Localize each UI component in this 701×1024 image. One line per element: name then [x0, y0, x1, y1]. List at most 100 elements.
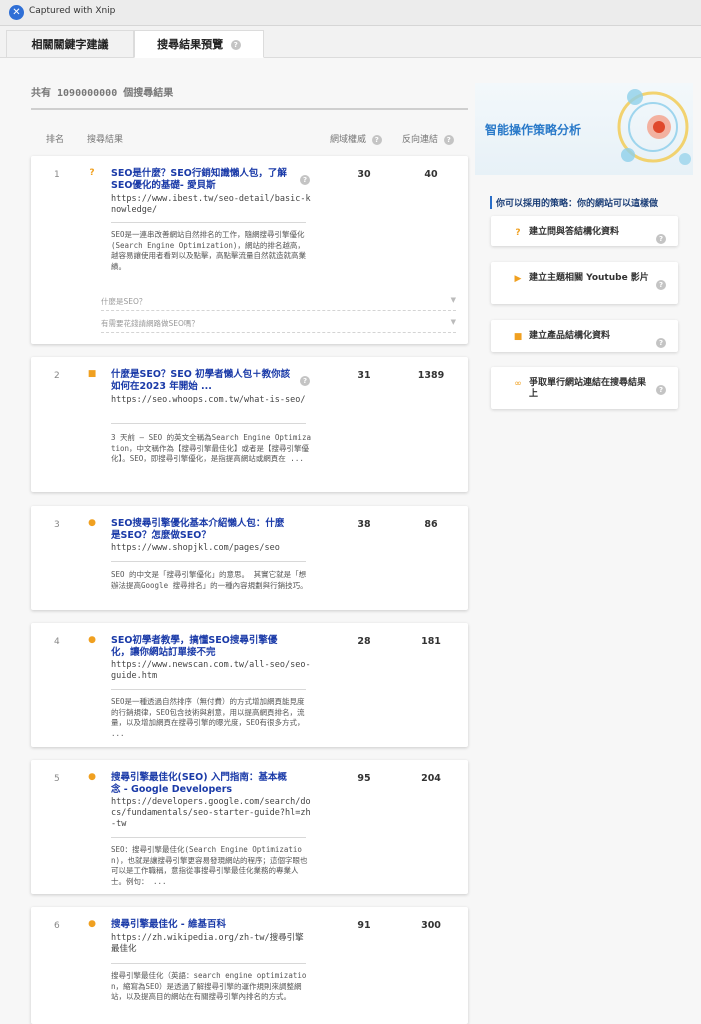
faq-question: 什麼是SEO？	[101, 297, 147, 306]
result-card: 2 ■ 什麼是SEO？SEO 初學者懶人包＋教你該如何在2023 年開始 ...…	[31, 357, 468, 492]
strategy-label: 建立產品結構化資料	[529, 331, 611, 341]
help-icon[interactable]: ?	[300, 174, 310, 185]
strategy-item[interactable]: ■ 建立產品結構化資料 ?	[491, 320, 678, 352]
divider	[111, 561, 306, 562]
help-icon[interactable]: ?	[656, 384, 666, 395]
result-backlinks: 86	[424, 519, 438, 530]
result-desc: SEO 的中文是「搜尋引擎優化」的意思。 其實它就是「想辦法提高Google 搜…	[111, 570, 308, 590]
help-icon[interactable]: ?	[371, 134, 382, 145]
question-icon: ?	[89, 168, 95, 178]
divider	[111, 963, 306, 964]
strategy-item[interactable]: ? 建立問與答結構化資料 ?	[491, 216, 678, 246]
chat-icon: ●	[88, 518, 96, 528]
result-authority: 95	[357, 773, 371, 784]
box-icon: ■	[87, 369, 97, 379]
strategy-label: 建立主題相關 Youtube 影片	[529, 273, 649, 283]
result-url: https://zh.wikipedia.org/zh-tw/搜尋引擎最佳化	[111, 933, 304, 954]
box-icon: ■	[513, 332, 523, 342]
col-authority-label: 網域權威	[330, 135, 367, 145]
col-authority: 網域權威 ?	[330, 132, 382, 145]
result-url: https://www.shopjkl.com/pages/seo	[111, 543, 280, 553]
result-title-link[interactable]: SEO是什麼？SEO行銷知識懶人包，了解SEO優化的基礎- 愛貝斯	[111, 168, 291, 192]
tab-label: 相關關鍵字建議	[31, 38, 109, 51]
result-card: 5 ● 搜尋引擎最佳化(SEO) 入門指南：基本概念 - Google Deve…	[31, 760, 468, 894]
help-icon[interactable]: ?	[443, 134, 454, 145]
result-authority: 28	[357, 636, 371, 647]
result-rank: 3	[54, 520, 60, 530]
result-backlinks: 300	[421, 920, 441, 931]
result-title-link[interactable]: SEO搜尋引擎優化基本介紹懶人包：什麼是SEO？怎麼做SEO？	[111, 518, 291, 542]
video-icon: ▶	[514, 274, 522, 284]
divider	[111, 423, 306, 424]
result-backlinks: 181	[421, 636, 441, 647]
result-desc: 3 天前 — SEO 的英文全稱為Search Engine Optimizat…	[111, 433, 311, 463]
help-icon[interactable]: ?	[300, 375, 310, 386]
result-authority: 91	[357, 920, 371, 931]
result-url: https://www.ibest.tw/seo-detail/basic-kn…	[111, 194, 311, 215]
chevron-down-icon: ▼	[450, 318, 456, 326]
strategy-label: 建立問與答結構化資料	[529, 227, 620, 237]
capture-label: Captured with Xnip	[29, 6, 116, 16]
result-authority: 30	[357, 169, 371, 180]
chat-icon: ●	[88, 635, 96, 645]
result-rank: 1	[54, 170, 60, 180]
result-url: https://www.newscan.com.tw/all-seo/seo-g…	[111, 660, 311, 681]
result-backlinks: 40	[424, 169, 438, 180]
result-card: 6 ● 搜尋引擎最佳化 - 維基百科 91 300 https://zh.wik…	[31, 907, 468, 1024]
result-title-link[interactable]: 搜尋引擎最佳化(SEO) 入門指南：基本概念 - Google Develope…	[111, 772, 291, 796]
divider	[111, 837, 306, 838]
result-card: 3 ● SEO搜尋引擎優化基本介紹懶人包：什麼是SEO？怎麼做SEO？ 38 8…	[31, 506, 468, 610]
result-desc: SEO是一連串改善網站自然排名的工作，隨網搜尋引擎優化(Search Engin…	[111, 230, 306, 271]
chat-icon: ●	[88, 919, 96, 929]
col-backlinks: 反向連結 ?	[402, 132, 454, 145]
xnip-logo-icon: ✕	[9, 5, 24, 20]
faq-item[interactable]: 什麼是SEO？ ▼	[101, 296, 456, 311]
link-icon: ∞	[514, 379, 522, 389]
result-card: 4 ● SEO初學者教學，搞懂SEO搜尋引擎優化，讓你網站訂單接不完 28 18…	[31, 623, 468, 747]
result-rank: 4	[54, 637, 60, 647]
help-icon[interactable]: ?	[656, 233, 666, 244]
tab-label: 搜尋結果預覽	[157, 38, 224, 51]
total-results: 共有 1090000000 個搜尋結果	[31, 88, 174, 99]
result-desc: 搜尋引擎最佳化（英語：search engine optimization，縮寫…	[111, 971, 307, 1001]
col-rank: 排名	[46, 135, 65, 145]
strategy-item[interactable]: ∞ 爭取單行網站連結在搜尋結果上 ?	[491, 367, 678, 409]
result-backlinks: 1389	[417, 370, 445, 381]
result-card: 1 ? SEO是什麼？SEO行銷知識懶人包，了解SEO優化的基礎- 愛貝斯 ? …	[31, 156, 468, 344]
chevron-down-icon: ▼	[450, 296, 456, 304]
result-rank: 5	[54, 774, 60, 784]
result-title-link[interactable]: SEO初學者教學，搞懂SEO搜尋引擎優化，讓你網站訂單接不完	[111, 635, 291, 659]
result-desc: SEO：搜尋引擎最佳化(Search Engine Optimization)，…	[111, 845, 308, 886]
panel-subtitle: 你可以採用的策略：你的網站可以這樣做	[490, 196, 686, 209]
result-backlinks: 204	[421, 773, 441, 784]
tab-related-keywords[interactable]: 相關關鍵字建議	[6, 30, 134, 57]
divider	[111, 689, 306, 690]
faq-item[interactable]: 有需要花錢請網路做SEO嗎？ ▼	[101, 318, 456, 333]
result-title-link[interactable]: 什麼是SEO？SEO 初學者懶人包＋教你該如何在2023 年開始 ...	[111, 369, 291, 393]
strategy-item[interactable]: ▶ 建立主題相關 Youtube 影片 ?	[491, 262, 678, 304]
result-rank: 2	[54, 371, 60, 381]
result-desc: SEO是一種透過自然排序（無付費）的方式增加網頁能見度的行銷規律，SEO包含技術…	[111, 697, 305, 738]
help-icon[interactable]: ?	[656, 279, 666, 290]
result-url: https://seo.whoops.com.tw/what-is-seo/	[111, 395, 306, 405]
result-title-link[interactable]: 搜尋引擎最佳化 - 維基百科	[111, 919, 291, 931]
divider	[111, 222, 306, 223]
tab-search-preview[interactable]: 搜尋結果預覽 ?	[134, 30, 264, 58]
question-icon: ?	[515, 228, 521, 238]
result-authority: 31	[357, 370, 371, 381]
result-authority: 38	[357, 519, 371, 530]
help-icon[interactable]: ?	[230, 40, 241, 50]
divider	[31, 108, 468, 110]
help-icon[interactable]: ?	[656, 337, 666, 348]
panel-title: 智能操作策略分析	[485, 123, 582, 137]
strategy-banner: 智能操作策略分析	[475, 83, 693, 175]
strategy-label: 爭取單行網站連結在搜尋結果上	[529, 378, 647, 399]
tab-bar: 相關關鍵字建議 搜尋結果預覽 ?	[0, 26, 701, 58]
window-titlebar: ✕ Captured with Xnip	[0, 0, 701, 26]
col-result: 搜尋結果	[87, 135, 124, 145]
result-url: https://developers.google.com/search/doc…	[111, 797, 311, 829]
col-backlinks-label: 反向連結	[402, 135, 439, 145]
chat-icon: ●	[88, 772, 96, 782]
result-rank: 6	[54, 921, 60, 931]
faq-question: 有需要花錢請網路做SEO嗎？	[101, 319, 199, 328]
